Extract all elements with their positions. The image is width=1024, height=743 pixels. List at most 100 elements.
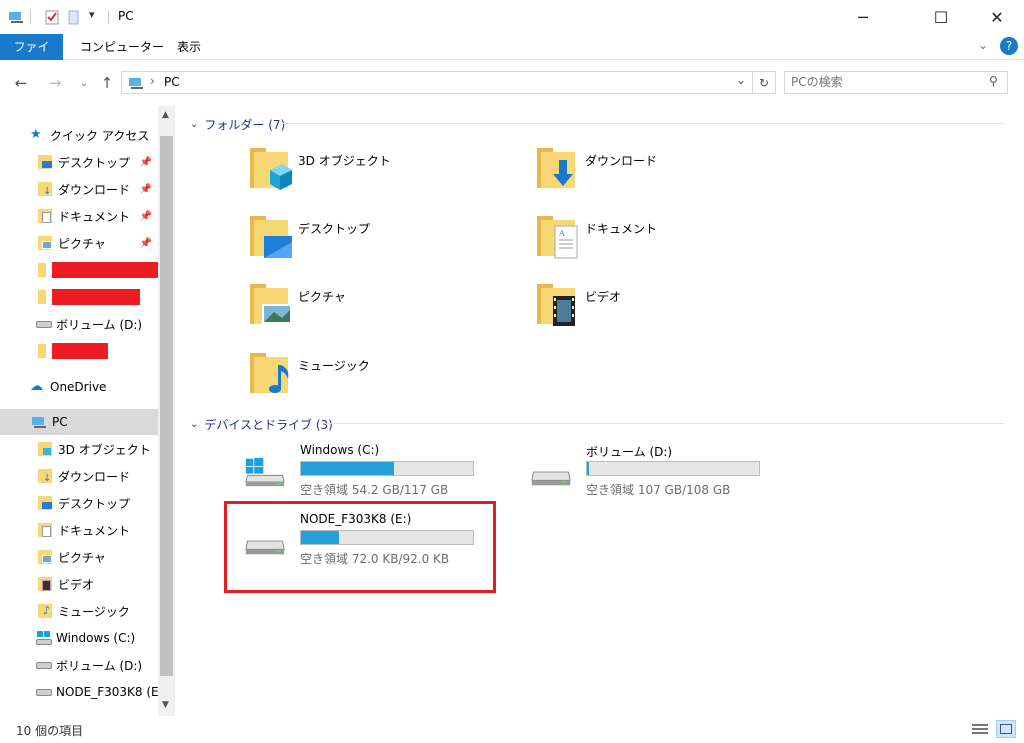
folder-downloads[interactable]: ダウンロード	[535, 144, 795, 204]
sidebar-item-pc[interactable]: PC	[0, 409, 158, 435]
sidebar-item-downloads[interactable]: ↓ ダウンロード 📌	[0, 176, 158, 202]
new-folder-icon[interactable]	[66, 9, 82, 25]
refresh-button[interactable]: ↻	[753, 71, 776, 94]
sidebar-item-onedrive[interactable]: ☁ OneDrive	[0, 374, 158, 400]
redaction-bar	[52, 262, 158, 278]
videos-folder-icon	[537, 284, 575, 326]
sidebar-item-desktop[interactable]: デスクトップ 📌	[0, 149, 158, 175]
address-bar[interactable]: › PC ⌄	[121, 71, 753, 94]
pin-icon[interactable]: 📌	[140, 157, 152, 168]
sidebar-item-label: 3D オブジェクト	[58, 442, 151, 457]
large-icons-view-icon[interactable]	[996, 720, 1016, 738]
details-view-icon[interactable]	[972, 722, 988, 736]
folder-label: ダウンロード	[585, 154, 658, 168]
sidebar-item-volume-d-pc[interactable]: ボリューム (D:)	[0, 652, 158, 678]
search-box[interactable]: ⚲	[784, 71, 1008, 94]
address-path[interactable]: PC	[164, 75, 180, 89]
tab-view[interactable]: 表示	[167, 34, 211, 60]
folders-group-header[interactable]: ⌄ フォルダー (7)	[190, 116, 285, 133]
documents-folder-icon	[38, 523, 52, 537]
address-dropdown-icon[interactable]: ⌄	[736, 73, 746, 87]
videos-folder-icon	[38, 577, 52, 591]
scroll-thumb[interactable]	[160, 136, 173, 676]
drive-icon	[36, 317, 52, 331]
tab-file[interactable]: ファイル	[0, 34, 63, 80]
tab-computer[interactable]: コンピューター	[70, 34, 174, 60]
drive-usage-bar	[300, 461, 474, 476]
forward-button[interactable]: →	[44, 72, 66, 94]
redaction-bar	[52, 343, 108, 359]
pictures-folder-icon	[250, 284, 292, 324]
sidebar-item-label: ドキュメント	[58, 523, 131, 538]
back-button[interactable]: ←	[10, 72, 32, 94]
drive-windows-c[interactable]: Windows (C:) 空き領域 54.2 GB/117 GB	[240, 443, 520, 503]
close-button[interactable]: ✕	[974, 0, 1020, 34]
sidebar-item-videos[interactable]: ビデオ	[0, 571, 158, 597]
folder-music[interactable]: ミュージック	[248, 349, 508, 409]
chevron-down-icon: ⌄	[190, 119, 199, 130]
maximize-button[interactable]: ☐	[918, 0, 964, 34]
pin-icon[interactable]: 📌	[140, 211, 152, 222]
drive-free-space: 空き領域 107 GB/108 GB	[586, 483, 731, 497]
window-title: PC	[118, 9, 134, 23]
sidebar-item-quick-access[interactable]: ★ クイック アクセス	[0, 122, 158, 148]
sidebar-item-redacted-2[interactable]	[0, 284, 158, 310]
downloads-folder-icon	[537, 148, 575, 188]
qat-dropdown-icon[interactable]: ▾	[89, 8, 95, 21]
recent-locations-button[interactable]: ⌄	[73, 72, 95, 94]
scroll-up-icon[interactable]: ▲	[162, 110, 169, 120]
highlight-box	[224, 501, 496, 593]
address-separator[interactable]: ›	[150, 74, 155, 88]
folder-icon	[38, 344, 46, 358]
search-input[interactable]	[791, 75, 981, 89]
drive-name: Windows (C:)	[300, 443, 380, 457]
drive-volume-d[interactable]: ボリューム (D:) 空き領域 107 GB/108 GB	[526, 443, 806, 503]
sidebar-item-label: デスクトップ	[58, 496, 131, 511]
sidebar-item-redacted-3[interactable]	[0, 338, 158, 364]
sidebar-item-3d-objects[interactable]: 3D オブジェクト	[0, 436, 158, 462]
devices-group-header[interactable]: ⌄ デバイスとドライブ (3)	[190, 416, 333, 433]
search-icon[interactable]: ⚲	[989, 74, 998, 88]
sidebar-item-windows-c[interactable]: Windows (C:)	[0, 625, 158, 651]
folder-pictures[interactable]: ピクチャ	[248, 280, 508, 340]
svg-text:A: A	[558, 229, 565, 238]
sidebar-scrollbar[interactable]: ▲ ▼	[158, 106, 175, 716]
sidebar-item-redacted-1[interactable]	[0, 257, 158, 283]
3d-objects-folder-icon	[250, 148, 292, 190]
pin-icon[interactable]: 📌	[140, 184, 152, 195]
sidebar-item-music[interactable]: ♪ ミュージック	[0, 598, 158, 624]
desktop-folder-icon	[250, 216, 292, 258]
properties-icon[interactable]	[44, 9, 60, 25]
sidebar-item-label: ダウンロード	[58, 469, 131, 484]
sidebar-item-documents[interactable]: ドキュメント 📌	[0, 203, 158, 229]
desktop-folder-icon	[38, 155, 52, 169]
sidebar-item-desktop-pc[interactable]: デスクトップ	[0, 490, 158, 516]
folder-documents[interactable]: A ドキュメント	[535, 212, 795, 272]
up-button[interactable]: ↑	[96, 72, 118, 94]
sidebar-item-documents-pc[interactable]: ドキュメント	[0, 517, 158, 543]
ribbon-expand-icon[interactable]: ⌄	[978, 38, 988, 52]
pin-icon[interactable]: 📌	[140, 238, 152, 249]
minimize-button[interactable]: ─	[840, 0, 886, 34]
folder-3d-objects[interactable]: 3D オブジェクト	[248, 144, 508, 204]
sidebar-item-node-e[interactable]: NODE_F303K8 (E:)	[0, 679, 158, 705]
help-icon[interactable]: ?	[1000, 37, 1018, 55]
3d-objects-folder-icon	[38, 442, 52, 456]
documents-folder-icon	[38, 209, 52, 223]
sidebar-item-label: ビデオ	[58, 577, 95, 592]
ribbon-tabs: ファイル コンピューター 表示 ⌄ ?	[0, 34, 1024, 80]
sidebar-item-pictures[interactable]: ピクチャ 📌	[0, 230, 158, 256]
desktop-folder-icon	[38, 496, 52, 510]
folder-videos[interactable]: ビデオ	[535, 280, 795, 340]
sidebar-item-label: NODE_F303K8 (E:)	[56, 685, 158, 699]
sidebar-item-label: デスクトップ	[58, 155, 131, 170]
sidebar-item-pictures-pc[interactable]: ピクチャ	[0, 544, 158, 570]
sidebar-item-label: ボリューム (D:)	[56, 658, 143, 673]
sidebar-item-downloads-pc[interactable]: ↓ ダウンロード	[0, 463, 158, 489]
folder-label: デスクトップ	[298, 222, 371, 236]
sidebar-item-label: ピクチャ	[58, 236, 106, 251]
folder-label: ミュージック	[298, 359, 370, 373]
sidebar-item-volume-d[interactable]: ボリューム (D:)	[0, 311, 158, 337]
folder-desktop[interactable]: デスクトップ	[248, 212, 508, 272]
scroll-down-icon[interactable]: ▼	[162, 700, 169, 710]
